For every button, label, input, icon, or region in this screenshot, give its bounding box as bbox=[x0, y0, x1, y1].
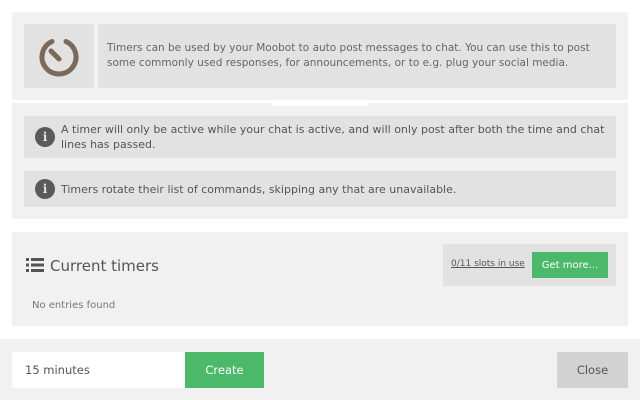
slots-box: 0/11 slots in use Get more... bbox=[443, 244, 616, 286]
section-title: Current timers bbox=[50, 257, 159, 275]
timer-duration-input[interactable] bbox=[12, 352, 185, 388]
close-button[interactable]: Close bbox=[557, 352, 628, 388]
info-icon: i bbox=[35, 179, 55, 199]
notice-text: A timer will only be active while your c… bbox=[61, 123, 605, 151]
notice-active-chat: i A timer will only be active while your… bbox=[24, 116, 616, 158]
info-icon: i bbox=[35, 127, 55, 147]
footer-bar: Create Close bbox=[0, 339, 640, 400]
empty-state: No entries found bbox=[32, 300, 116, 311]
intro-row: Timers can be used by your Moobot to aut… bbox=[24, 24, 616, 88]
stopwatch-icon bbox=[39, 39, 79, 77]
create-button[interactable]: Create bbox=[185, 352, 264, 388]
intro-icon-box bbox=[24, 24, 94, 88]
current-timers-panel: Current timers 0/11 slots in use Get mor… bbox=[12, 232, 628, 326]
slots-usage-link[interactable]: 0/11 slots in use bbox=[451, 259, 525, 269]
timers-info-panel: Timers can be used by your Moobot to aut… bbox=[12, 12, 628, 219]
notice-rotation: i Timers rotate their list of commands, … bbox=[24, 171, 616, 207]
section-divider bbox=[12, 100, 628, 106]
notice-text: Timers rotate their list of commands, sk… bbox=[61, 182, 457, 196]
get-more-button[interactable]: Get more... bbox=[532, 252, 608, 278]
list-icon bbox=[26, 258, 44, 272]
intro-description: Timers can be used by your Moobot to aut… bbox=[98, 24, 616, 88]
